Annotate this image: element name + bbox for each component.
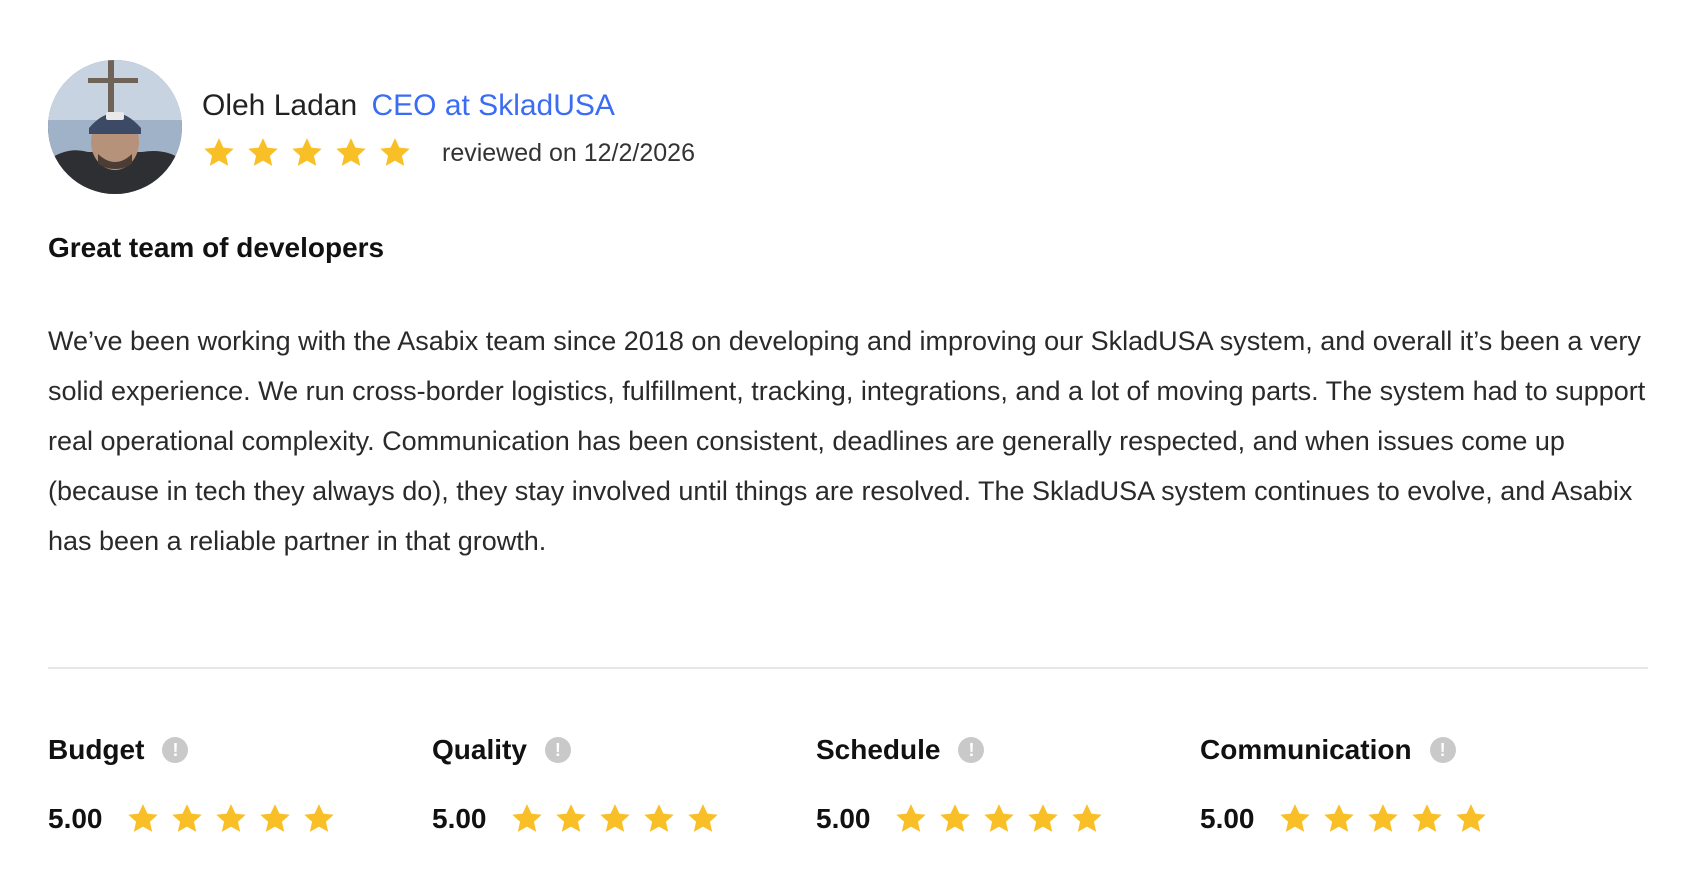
info-icon[interactable]: !: [544, 737, 571, 763]
metric-budget: Budget ! 5.00: [48, 728, 448, 836]
reviewer-avatar: [48, 60, 182, 194]
metric-score: 5.00: [48, 803, 103, 834]
reviewer-name: Oleh Ladan: [202, 89, 358, 122]
star-icon: [1324, 804, 1354, 832]
metric-stars: [510, 802, 730, 836]
review-title: Great team of developers: [48, 232, 385, 263]
metric-label: Schedule: [816, 734, 941, 765]
reviewer-line: Oleh Ladan CEO at SkladUSA: [202, 86, 695, 126]
star-icon: [1456, 804, 1486, 832]
star-icon: [216, 804, 246, 832]
star-icon: [984, 804, 1014, 832]
star-icon: [1028, 804, 1058, 832]
info-icon[interactable]: !: [1429, 737, 1456, 763]
star-icon: [600, 804, 630, 832]
metric-quality: Quality ! 5.00: [432, 728, 832, 836]
star-icon: [336, 138, 366, 166]
star-icon: [1412, 804, 1442, 832]
reviewer-role-link[interactable]: CEO at SkladUSA: [371, 89, 614, 122]
star-icon: [1368, 804, 1398, 832]
avatar-photo: [48, 60, 182, 194]
star-icon: [940, 804, 970, 832]
info-icon[interactable]: !: [958, 737, 985, 763]
metric-schedule: Schedule ! 5.00: [816, 728, 1216, 836]
review-header: Oleh Ladan CEO at SkladUSA reviewed on 1…: [202, 86, 695, 170]
star-icon: [644, 804, 674, 832]
review-body: We’ve been working with the Asabix team …: [48, 326, 1646, 556]
review-date: reviewed on 12/2/2026: [442, 138, 695, 167]
metric-stars: [126, 802, 346, 836]
metric-stars: [894, 802, 1114, 836]
metric-label: Budget: [48, 734, 145, 765]
star-icon: [688, 804, 718, 832]
star-icon: [128, 804, 158, 832]
divider: [48, 667, 1648, 669]
metric-label: Communication: [1200, 734, 1412, 765]
info-icon[interactable]: !: [162, 737, 189, 763]
rating-metrics: Budget ! 5.00 Quality ! 5.00 Schedule !: [48, 728, 1688, 868]
metric-stars: [1278, 802, 1498, 836]
star-icon: [1280, 804, 1310, 832]
metric-score: 5.00: [1200, 803, 1255, 834]
star-icon: [512, 804, 542, 832]
star-icon: [556, 804, 586, 832]
star-icon: [248, 138, 278, 166]
star-icon: [204, 138, 234, 166]
star-icon: [896, 804, 926, 832]
overall-rating-row: reviewed on 12/2/2026: [202, 136, 695, 170]
metric-score: 5.00: [816, 803, 871, 834]
review-card: Oleh Ladan CEO at SkladUSA reviewed on 1…: [0, 0, 1694, 894]
metric-label: Quality: [432, 734, 527, 765]
overall-rating-stars: [202, 136, 422, 170]
star-icon: [1072, 804, 1102, 832]
star-icon: [380, 138, 410, 166]
star-icon: [304, 804, 334, 832]
metric-communication: Communication ! 5.00: [1200, 728, 1600, 836]
metric-score: 5.00: [432, 803, 487, 834]
star-icon: [172, 804, 202, 832]
star-icon: [292, 138, 322, 166]
star-icon: [260, 804, 290, 832]
